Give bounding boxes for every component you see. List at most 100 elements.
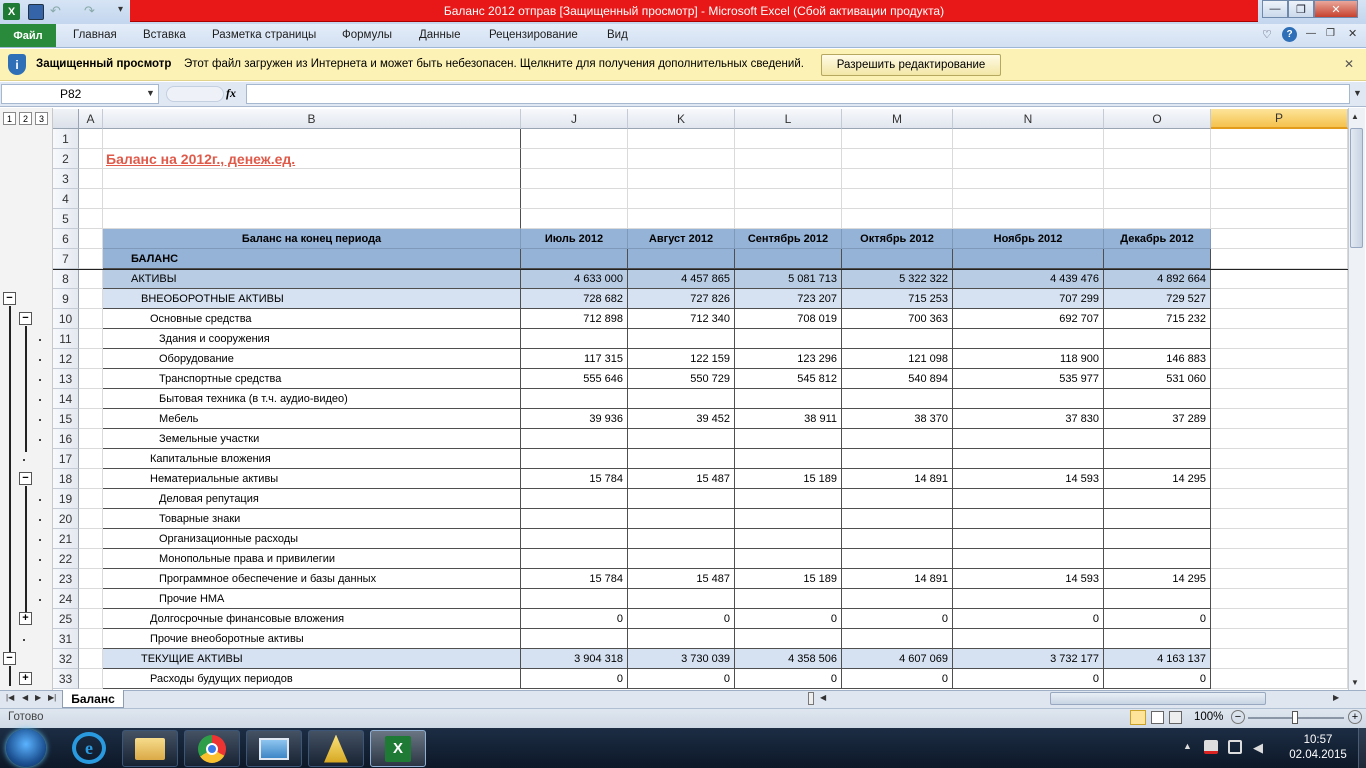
value-cell[interactable]: [1104, 329, 1211, 349]
row-header[interactable]: 18: [53, 469, 79, 489]
value-cell[interactable]: 14 295: [1104, 469, 1211, 489]
value-cell[interactable]: [628, 489, 735, 509]
value-cell[interactable]: 37 289: [1104, 409, 1211, 429]
value-cell[interactable]: [953, 429, 1104, 449]
row-header[interactable]: 15: [53, 409, 79, 429]
value-cell[interactable]: [842, 129, 953, 149]
row-header[interactable]: 2: [53, 149, 79, 169]
next-sheet-icon[interactable]: ▶: [35, 693, 41, 702]
empty-cell[interactable]: [79, 389, 103, 409]
row-label-cell[interactable]: [103, 169, 521, 189]
row-header[interactable]: 19: [53, 489, 79, 509]
column-header-l[interactable]: L: [735, 109, 842, 129]
value-cell[interactable]: [1104, 629, 1211, 649]
value-cell[interactable]: [1104, 389, 1211, 409]
value-cell[interactable]: 0: [735, 609, 842, 629]
taskbar-photos[interactable]: [246, 730, 302, 767]
outline-collapse-button[interactable]: −: [19, 312, 32, 325]
internet-explorer-icon[interactable]: e: [72, 732, 106, 764]
empty-cell[interactable]: [79, 269, 103, 289]
scroll-right-icon[interactable]: ▶: [1333, 693, 1339, 702]
first-sheet-icon[interactable]: |◀: [6, 693, 14, 702]
value-cell[interactable]: 712 340: [628, 309, 735, 329]
tab-insert[interactable]: Вставка: [143, 29, 186, 41]
value-cell[interactable]: [735, 429, 842, 449]
value-cell[interactable]: 38 911: [735, 409, 842, 429]
value-cell[interactable]: 729 527: [1104, 289, 1211, 309]
value-cell[interactable]: [735, 549, 842, 569]
empty-cell[interactable]: [1211, 229, 1348, 249]
empty-cell[interactable]: [79, 309, 103, 329]
empty-cell[interactable]: [1211, 169, 1348, 189]
zoom-level[interactable]: 100%: [1194, 711, 1223, 723]
value-cell[interactable]: [521, 629, 628, 649]
save-icon[interactable]: [28, 4, 44, 20]
empty-cell[interactable]: [1211, 489, 1348, 509]
value-cell[interactable]: [628, 149, 735, 169]
value-cell[interactable]: [521, 449, 628, 469]
value-cell[interactable]: [842, 209, 953, 229]
value-cell[interactable]: [842, 629, 953, 649]
value-cell[interactable]: [1104, 429, 1211, 449]
empty-cell[interactable]: [79, 189, 103, 209]
tab-formulas[interactable]: Формулы: [342, 29, 392, 41]
value-cell[interactable]: 728 682: [521, 289, 628, 309]
row-header[interactable]: 1: [53, 129, 79, 149]
value-cell[interactable]: [735, 529, 842, 549]
empty-cell[interactable]: [79, 609, 103, 629]
row-header[interactable]: 32: [53, 649, 79, 669]
empty-cell[interactable]: [79, 129, 103, 149]
formula-input[interactable]: [246, 84, 1350, 104]
empty-cell[interactable]: [1211, 509, 1348, 529]
value-cell[interactable]: [521, 129, 628, 149]
value-cell[interactable]: [628, 549, 735, 569]
value-cell[interactable]: [735, 589, 842, 609]
value-cell[interactable]: 0: [1104, 609, 1211, 629]
empty-cell[interactable]: [79, 149, 103, 169]
value-cell[interactable]: [521, 329, 628, 349]
value-cell[interactable]: 15 189: [735, 469, 842, 489]
outline-level-2-button[interactable]: 2: [19, 112, 32, 125]
value-cell[interactable]: 4 607 069: [842, 649, 953, 669]
expand-formula-icon[interactable]: ▼: [1353, 88, 1362, 98]
value-cell[interactable]: 727 826: [628, 289, 735, 309]
page-layout-view-icon[interactable]: [1151, 711, 1164, 724]
value-cell[interactable]: [521, 209, 628, 229]
value-cell[interactable]: 540 894: [842, 369, 953, 389]
value-cell[interactable]: 0: [953, 609, 1104, 629]
empty-cell[interactable]: [79, 449, 103, 469]
value-cell[interactable]: [735, 489, 842, 509]
name-box-dropdown-icon[interactable]: ▼: [146, 88, 155, 98]
value-cell[interactable]: [953, 449, 1104, 469]
value-cell[interactable]: [521, 429, 628, 449]
value-cell[interactable]: [628, 589, 735, 609]
value-cell[interactable]: 545 812: [735, 369, 842, 389]
row-label-cell[interactable]: Деловая репутация: [103, 489, 521, 509]
value-cell[interactable]: [842, 189, 953, 209]
empty-cell[interactable]: [79, 229, 103, 249]
empty-cell[interactable]: [1211, 529, 1348, 549]
value-cell[interactable]: [953, 629, 1104, 649]
value-cell[interactable]: 0: [521, 609, 628, 629]
empty-cell[interactable]: [1211, 469, 1348, 489]
value-cell[interactable]: [842, 549, 953, 569]
value-cell[interactable]: [1104, 589, 1211, 609]
taskbar-chrome[interactable]: [184, 730, 240, 767]
row-header[interactable]: 22: [53, 549, 79, 569]
name-box[interactable]: P82: [1, 84, 159, 104]
row-label-cell[interactable]: Программное обеспечение и базы данных: [103, 569, 521, 589]
value-cell[interactable]: 121 098: [842, 349, 953, 369]
column-header-j[interactable]: J: [521, 109, 628, 129]
row-header[interactable]: 25: [53, 609, 79, 629]
value-cell[interactable]: 692 707: [953, 309, 1104, 329]
value-cell[interactable]: [953, 529, 1104, 549]
last-sheet-icon[interactable]: ▶|: [48, 693, 56, 702]
empty-cell[interactable]: [1211, 329, 1348, 349]
row-header[interactable]: 7: [53, 249, 79, 269]
value-cell[interactable]: [1104, 529, 1211, 549]
value-cell[interactable]: [842, 589, 953, 609]
tab-page-layout[interactable]: Разметка страницы: [212, 29, 316, 41]
row-header[interactable]: 11: [53, 329, 79, 349]
show-hidden-icons-icon[interactable]: ▲: [1183, 741, 1192, 751]
empty-cell[interactable]: [1211, 449, 1348, 469]
